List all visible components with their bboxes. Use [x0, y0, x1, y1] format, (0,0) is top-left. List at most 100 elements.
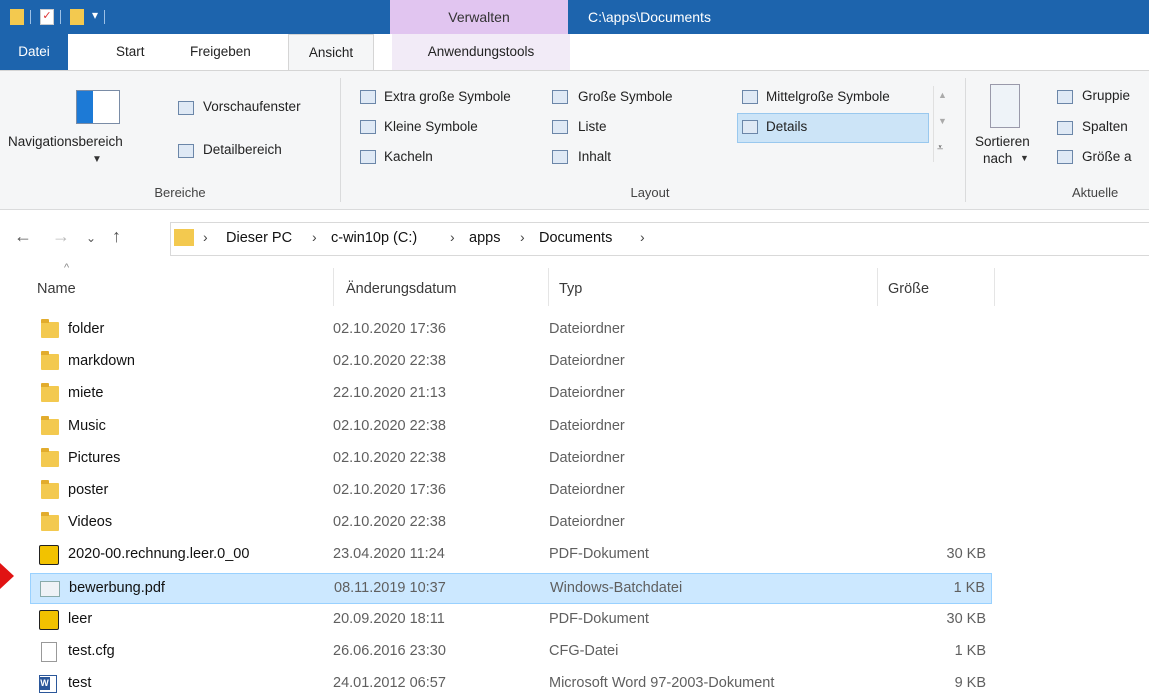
preview-pane-button[interactable]: Vorschaufenster: [203, 99, 301, 114]
folder-icon: [41, 383, 59, 403]
column-divider[interactable]: [877, 268, 878, 306]
navigation-pane-button[interactable]: Navigationsbereich: [8, 134, 123, 149]
content-icon: [552, 150, 568, 164]
tab-anwendungstools[interactable]: Anwendungstools: [392, 34, 570, 70]
chevron-right-icon[interactable]: ›: [520, 229, 525, 245]
tab-datei[interactable]: Datei: [0, 34, 68, 70]
layout-small-icons[interactable]: Kleine Symbole: [384, 119, 478, 134]
ribbon-divider: [340, 78, 341, 202]
file-date: 02.10.2020 22:38: [333, 417, 446, 434]
breadcrumb-this-pc[interactable]: Dieser PC: [226, 230, 292, 246]
folder-icon: [10, 9, 24, 25]
layout-tiles[interactable]: Kacheln: [384, 149, 433, 164]
file-size: 1 KB: [954, 643, 986, 659]
sort-by-button[interactable]: Sortieren: [975, 134, 1030, 149]
file-name: 2020-00.rechnung.leer.0_00: [68, 546, 250, 563]
size-columns-icon: [1057, 150, 1073, 164]
window-title: C:\apps\Documents: [588, 9, 711, 25]
folder-icon: [174, 229, 194, 246]
details-pane-button[interactable]: Detailbereich: [203, 142, 282, 157]
folder-icon: [41, 480, 59, 499]
table-row[interactable]: test.cfg 26.06.2016 23:30 CFG-Datei 1 KB: [30, 637, 992, 668]
file-type: Dateiordner: [549, 385, 625, 402]
context-tab-verwalten[interactable]: Verwalten: [390, 0, 568, 34]
table-row[interactable]: leer 20.09.2020 18:11 PDF-Dokument 30 KB: [30, 605, 992, 636]
column-header-name[interactable]: Name: [37, 281, 76, 297]
file-name: miete: [68, 385, 104, 402]
file-type: PDF-Dokument: [549, 610, 649, 627]
toolbar-separator: [104, 10, 105, 24]
small-icons-icon: [360, 120, 376, 134]
new-folder-icon[interactable]: [70, 9, 84, 25]
file-name: test.cfg: [68, 643, 115, 659]
layout-details[interactable]: Details: [766, 119, 807, 134]
sort-icon[interactable]: [990, 84, 1020, 128]
layout-list[interactable]: Liste: [578, 119, 607, 134]
layout-medium-icons[interactable]: Mittelgroße Symbole: [766, 89, 890, 104]
chevron-down-icon[interactable]: ▼: [92, 154, 102, 165]
tab-ansicht[interactable]: Ansicht: [288, 34, 374, 72]
column-divider[interactable]: [994, 268, 995, 306]
breadcrumb-documents[interactable]: Documents: [539, 230, 612, 246]
table-row[interactable]: Videos 02.10.2020 22:38 Dateiordner: [30, 508, 992, 539]
table-row[interactable]: Pictures 02.10.2020 22:38 Dateiordner: [30, 444, 992, 475]
recent-locations-icon[interactable]: ⌄: [86, 231, 96, 245]
folder-icon: [41, 415, 59, 435]
customize-toolbar-icon[interactable]: ▾: [92, 8, 98, 22]
scroll-up-icon[interactable]: ▲: [938, 90, 947, 100]
file-date: 02.10.2020 17:36: [333, 321, 446, 337]
table-row[interactable]: poster 02.10.2020 17:36 Dateiordner: [30, 476, 992, 507]
navigation-pane-icon[interactable]: [76, 90, 120, 124]
red-pointer-arrow-icon: [0, 563, 14, 589]
file-type: Dateiordner: [549, 321, 625, 337]
table-row[interactable]: test 24.01.2012 06:57 Microsoft Word 97-20…: [30, 669, 992, 700]
table-row[interactable]: bewerbung.pdf 08.11.2019 10:37 Windows-Bat…: [30, 572, 992, 604]
add-columns-button[interactable]: Spalten: [1082, 119, 1128, 134]
breadcrumb-drive-c[interactable]: c-win10p (C:): [331, 230, 417, 246]
chevron-right-icon[interactable]: ›: [640, 229, 645, 245]
size-all-columns-button[interactable]: Größe a: [1082, 149, 1132, 164]
layout-content[interactable]: Inhalt: [578, 149, 611, 164]
file-type: Dateiordner: [549, 482, 625, 498]
layout-large-icons[interactable]: Große Symbole: [578, 89, 673, 104]
up-arrow-icon[interactable]: ↑: [112, 226, 121, 247]
file-name: test: [68, 675, 92, 692]
table-row[interactable]: folder 02.10.2020 17:36 Dateiordner: [30, 315, 992, 346]
preview-pane-icon: [178, 101, 194, 115]
ribbon-tab-row: [0, 34, 1149, 70]
breadcrumb-apps[interactable]: apps: [469, 230, 500, 246]
sort-by-button-line2[interactable]: nach: [983, 151, 1012, 166]
layout-scrollbar[interactable]: ▲ ▼ ⩡: [933, 86, 954, 162]
chevron-down-icon[interactable]: ▼: [1020, 153, 1029, 163]
tab-freigeben[interactable]: Freigeben: [190, 34, 251, 70]
chevron-right-icon[interactable]: ›: [203, 229, 208, 245]
column-header-date[interactable]: Änderungsdatum: [346, 281, 456, 297]
table-row[interactable]: 2020-00.rechnung.leer.0_00 23.04.2020 11:…: [30, 540, 992, 571]
table-row[interactable]: Music 02.10.2020 22:38 Dateiordner: [30, 412, 992, 443]
column-header-type[interactable]: Typ: [559, 281, 582, 297]
chevron-right-icon[interactable]: ›: [312, 229, 317, 245]
properties-icon[interactable]: ✓: [40, 9, 54, 25]
folder-icon: [41, 447, 59, 467]
group-by-button[interactable]: Gruppie: [1082, 88, 1130, 103]
group-label-bereiche: Bereiche: [154, 185, 206, 200]
chevron-right-icon[interactable]: ›: [450, 229, 455, 245]
folder-icon: [41, 351, 59, 371]
file-name: Music: [68, 417, 106, 434]
column-divider[interactable]: [333, 268, 334, 306]
folder-icon: [41, 319, 59, 338]
toolbar-separator: [60, 10, 61, 24]
column-divider[interactable]: [548, 268, 549, 306]
forward-arrow-icon[interactable]: →: [52, 226, 70, 247]
expand-gallery-icon[interactable]: ⩡: [937, 142, 943, 155]
table-row[interactable]: miete 22.10.2020 21:13 Dateiordner: [30, 379, 992, 410]
file-size: 30 KB: [946, 546, 987, 563]
group-label-layout: Layout: [630, 185, 670, 200]
group-label-current-view: Aktuelle: [1072, 185, 1119, 200]
table-row[interactable]: markdown 02.10.2020 22:38 Dateiordner: [30, 347, 992, 378]
back-arrow-icon[interactable]: ←: [14, 226, 32, 247]
layout-extra-large-icons[interactable]: Extra große Symbole: [384, 89, 511, 104]
column-header-size[interactable]: Größe: [888, 281, 929, 297]
scroll-down-icon[interactable]: ▼: [938, 116, 947, 126]
tab-start[interactable]: Start: [116, 34, 145, 70]
